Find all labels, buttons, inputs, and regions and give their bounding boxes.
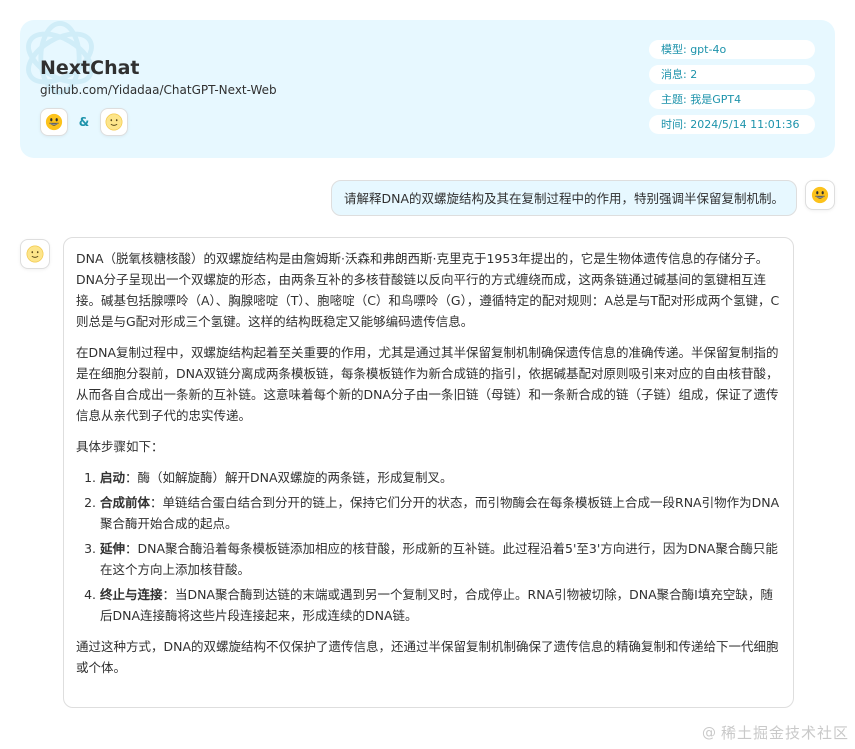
bot-message-bubble[interactable]: DNA（脱氧核糖核酸）的双螺旋结构是由詹姆斯·沃森和弗朗西斯·克里克于1953年… — [63, 237, 794, 708]
step-title: 合成前体 — [100, 495, 151, 510]
ampersand: & — [78, 115, 90, 129]
bot-paragraph-conclusion: 通过这种方式，DNA的双螺旋结构不仅保护了遗传信息，还通过半保留复制机制确保了遗… — [76, 639, 779, 675]
meta-time: 时间: 2024/5/14 11:01:36 — [649, 115, 815, 134]
grinning-face-icon — [811, 186, 829, 204]
bot-paragraph-replication: 在DNA复制过程中，双螺旋结构起着至关重要的作用，尤其是通过其半保留复制机制确保… — [76, 345, 779, 423]
bot-avatar-header[interactable] — [100, 108, 128, 136]
user-avatar[interactable] — [40, 108, 68, 136]
list-item: 延伸：DNA聚合酶沿着每条模板链添加相应的核苷酸，形成新的互补链。此过程沿着5'… — [100, 538, 781, 580]
grinning-face-icon — [45, 113, 63, 131]
user-message-row: 请解释DNA的双螺旋结构及其在复制过程中的作用，特别强调半保留复制机制。 — [330, 180, 835, 216]
step-title: 延伸 — [100, 541, 126, 556]
step-text: ：当DNA聚合酶到达链的末端或遇到另一个复制叉时，合成停止。RNA引物被切除，D… — [100, 587, 773, 623]
watermark-at: @ — [701, 724, 717, 741]
list-item: 终止与连接：当DNA聚合酶到达链的末端或遇到另一个复制叉时，合成停止。RNA引物… — [100, 584, 781, 626]
bot-paragraph-intro: DNA（脱氧核糖核酸）的双螺旋结构是由詹姆斯·沃森和弗朗西斯·克里克于1953年… — [76, 251, 780, 329]
step-title: 启动 — [100, 470, 126, 485]
slight-smile-face-icon — [26, 245, 44, 263]
chat-header: NextChat github.com/Yidadaa/ChatGPT-Next… — [20, 20, 835, 158]
list-item: 合成前体：单链结合蛋白结合到分开的链上，保持它们分开的状态，而引物酶会在每条模板… — [100, 492, 781, 534]
step-text: ：单链结合蛋白结合到分开的链上，保持它们分开的状态，而引物酶会在每条模板链上合成… — [100, 495, 780, 531]
bot-steps-intro: 具体步骤如下： — [76, 439, 164, 454]
user-message-avatar[interactable] — [805, 180, 835, 210]
chat-meta-list: 模型: gpt-4o 消息: 2 主题: 我是GPT4 时间: 2024/5/1… — [649, 40, 815, 134]
step-text: ：酶（如解旋酶）解开DNA双螺旋的两条链，形成复制叉。 — [125, 470, 453, 485]
app-title: NextChat — [40, 57, 140, 79]
bot-steps-list: 启动：酶（如解旋酶）解开DNA双螺旋的两条链，形成复制叉。 合成前体：单链结合蛋… — [76, 467, 781, 626]
watermark-text: 稀土掘金技术社区 — [720, 724, 849, 742]
user-message-bubble[interactable]: 请解释DNA的双螺旋结构及其在复制过程中的作用，特别强调半保留复制机制。 — [330, 180, 797, 216]
list-item: 启动：酶（如解旋酶）解开DNA双螺旋的两条链，形成复制叉。 — [100, 467, 781, 488]
meta-model: 模型: gpt-4o — [649, 40, 815, 59]
participants-row: & — [40, 108, 128, 136]
meta-topic: 主题: 我是GPT4 — [649, 90, 815, 109]
app-subtitle: github.com/Yidadaa/ChatGPT-Next-Web — [40, 83, 277, 97]
step-text: ：DNA聚合酶沿着每条模板链添加相应的核苷酸，形成新的互补链。此过程沿着5'至3… — [100, 541, 778, 577]
site-watermark: @ 稀土掘金技术社区 — [702, 722, 849, 743]
meta-message-count: 消息: 2 — [649, 65, 815, 84]
bot-message-avatar[interactable] — [20, 239, 50, 269]
step-title: 终止与连接 — [100, 587, 163, 602]
slight-smile-face-icon — [105, 113, 123, 131]
